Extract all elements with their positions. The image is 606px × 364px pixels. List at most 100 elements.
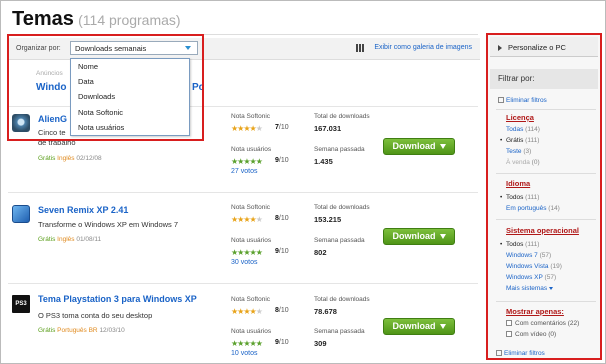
total-downloads-value: 153.215 xyxy=(314,215,342,224)
softonic-rating-label: Nota Softonic xyxy=(231,296,271,303)
app-name-link[interactable]: Tema Playstation 3 para Windows XP xyxy=(38,294,197,304)
release-date: 12/03/10 xyxy=(99,327,125,334)
star-icon: ★ xyxy=(255,157,263,166)
remove-filters-link[interactable]: Eliminar filtros xyxy=(498,97,547,104)
license-filter-paid: À venda (0) xyxy=(506,159,540,166)
section-divider xyxy=(496,109,596,110)
grid-icon xyxy=(356,44,364,52)
download-button-label: Download xyxy=(392,141,436,151)
language-tag: Português BR xyxy=(57,327,98,334)
download-button-label: Download xyxy=(392,321,436,331)
language-filter-portuguese[interactable]: Em português (14) xyxy=(506,205,560,212)
total-downloads-label: Total de downloads xyxy=(314,204,370,211)
os-filter-windows-vista[interactable]: Windows Vista (19) xyxy=(506,263,562,270)
remove-filters-label: Eliminar filtros xyxy=(504,350,545,357)
filter-with-comments[interactable]: Com comentários (22) xyxy=(506,320,579,327)
total-downloads-label: Total de downloads xyxy=(314,296,370,303)
user-stars: ★★★★★ xyxy=(231,339,263,348)
total-downloads-value: 167.031 xyxy=(314,124,342,133)
license-filter-all[interactable]: Todas (114) xyxy=(506,126,540,133)
release-date: 02/12/08 xyxy=(76,155,102,162)
user-stars: ★★★★★ xyxy=(231,157,263,166)
download-button[interactable]: Download xyxy=(383,228,455,245)
item-divider xyxy=(8,283,478,284)
star-icon: ★ xyxy=(255,339,263,348)
week-downloads-label: Semana passada xyxy=(314,237,365,244)
star-icon: ★ xyxy=(255,215,263,224)
chevron-right-icon xyxy=(498,45,502,51)
section-divider xyxy=(496,173,596,174)
section-divider xyxy=(496,301,596,302)
personalize-label: Personalize o PC xyxy=(508,43,566,52)
votes-link[interactable]: 27 votos xyxy=(231,168,257,175)
highlight-box-sort xyxy=(7,34,204,141)
chevron-down-icon xyxy=(439,234,446,240)
chevron-down-icon xyxy=(549,286,554,290)
license-filter-trial[interactable]: Teste (3) xyxy=(506,148,531,155)
star-icon: ★ xyxy=(255,248,263,257)
app-thumbnail[interactable]: PS3 xyxy=(12,295,30,313)
language-filter-all[interactable]: Todos (111) xyxy=(500,194,539,201)
os-filter-windows-7[interactable]: Windows 7 (57) xyxy=(506,252,551,259)
personalize-header[interactable]: Personalize o PC xyxy=(490,37,598,57)
softonic-score: 8/10 xyxy=(275,307,289,314)
checkbox[interactable] xyxy=(506,320,512,327)
page-header: Temas (114 programas) xyxy=(12,8,181,31)
app-meta: Grátis Português BR 12/03/10 xyxy=(38,327,125,334)
user-score: 9/10 xyxy=(275,248,289,255)
week-downloads-value: 309 xyxy=(314,339,327,348)
star-icon: ★ xyxy=(255,124,263,133)
user-rating-label: Nota usuários xyxy=(231,146,272,153)
week-downloads-label: Semana passada xyxy=(314,328,365,335)
license-filter-free[interactable]: Grátis (111) xyxy=(500,137,539,144)
softonic-score: 7/10 xyxy=(275,124,289,131)
total-downloads-value: 78.678 xyxy=(314,307,337,316)
program-count: (114 programas) xyxy=(78,12,181,28)
language-section-title: Idioma xyxy=(506,179,531,188)
remove-filters-label: Eliminar filtros xyxy=(506,97,547,104)
week-downloads-value: 802 xyxy=(314,248,327,257)
download-button[interactable]: Download xyxy=(383,318,455,335)
app-thumbnail[interactable] xyxy=(12,205,30,223)
softonic-stars: ★★★★★ xyxy=(231,124,263,133)
license-tag: Grátis xyxy=(38,327,56,334)
close-icon xyxy=(498,97,504,104)
language-tag: Inglês xyxy=(57,236,75,243)
os-filter-windows-xp[interactable]: Windows XP (57) xyxy=(506,274,556,281)
item-divider xyxy=(8,192,478,193)
license-section-title: Licença xyxy=(506,113,534,122)
chevron-down-icon xyxy=(439,324,446,330)
checkbox[interactable] xyxy=(506,331,512,338)
os-filter-more[interactable]: Mais sistemas xyxy=(506,285,554,292)
page-title: Temas xyxy=(12,8,74,30)
votes-link[interactable]: 10 votos xyxy=(231,350,257,357)
download-button-label: Download xyxy=(392,231,436,241)
language-tag: Inglês xyxy=(57,155,75,162)
section-divider xyxy=(496,219,596,220)
app-meta: Grátis Inglês 01/08/11 xyxy=(38,236,101,243)
download-button[interactable]: Download xyxy=(383,138,455,155)
app-meta: Grátis Inglês 02/12/08 xyxy=(38,155,102,162)
softonic-stars: ★★★★★ xyxy=(231,215,263,224)
remove-filters-link-bottom[interactable]: Eliminar filtros xyxy=(496,350,545,357)
app-name-link[interactable]: Seven Remix XP 2.41 xyxy=(38,205,128,215)
show-only-section-title: Mostrar apenas: xyxy=(506,307,564,316)
filter-title: Filtrar por: xyxy=(490,69,598,89)
softonic-rating-label: Nota Softonic xyxy=(231,113,271,120)
close-icon xyxy=(496,350,502,357)
release-date: 01/08/11 xyxy=(76,236,102,243)
os-section-title: Sistema operacional xyxy=(506,226,579,235)
license-tag: Grátis xyxy=(38,236,56,243)
gallery-view-link[interactable]: Exibir como galeria de imagens xyxy=(374,44,472,51)
filter-with-video[interactable]: Com vídeo (0) xyxy=(506,331,556,338)
week-downloads-label: Semana passada xyxy=(314,146,365,153)
week-downloads-value: 1.435 xyxy=(314,157,333,166)
user-score: 9/10 xyxy=(275,157,289,164)
app-description: Transforme o Windows XP em Windows 7 xyxy=(38,220,179,229)
user-score: 9/10 xyxy=(275,339,289,346)
softonic-stars: ★★★★★ xyxy=(231,307,263,316)
softonic-score: 8/10 xyxy=(275,215,289,222)
user-rating-label: Nota usuários xyxy=(231,328,272,335)
os-filter-all[interactable]: Todos (111) xyxy=(500,241,539,248)
votes-link[interactable]: 30 votos xyxy=(231,259,257,266)
